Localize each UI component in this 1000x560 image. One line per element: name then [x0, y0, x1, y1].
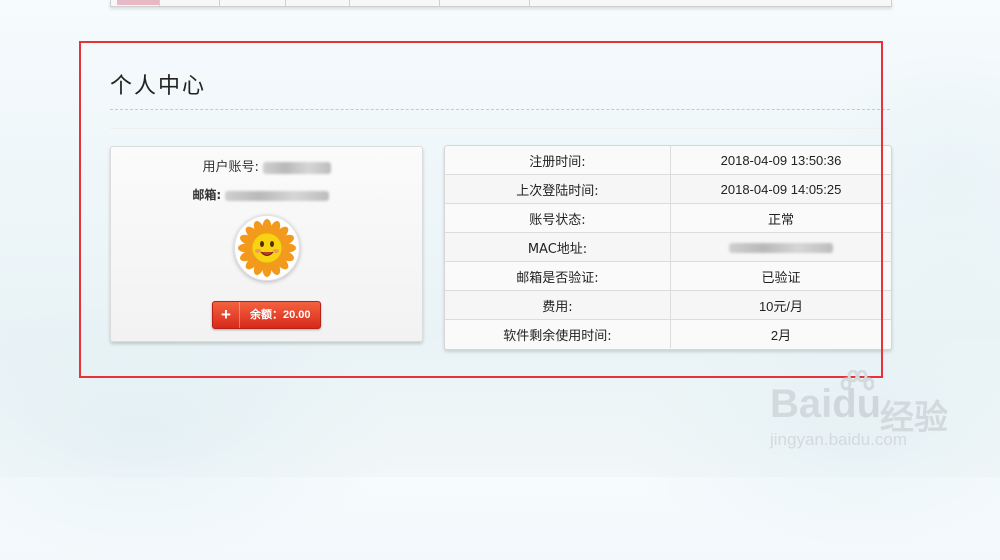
nav-divider: [529, 0, 530, 6]
plus-icon: +: [213, 302, 240, 328]
account-label: 用户账号:: [202, 160, 259, 175]
page-title: 个人中心: [110, 74, 207, 99]
table-row: MAC地址:: [445, 232, 891, 262]
fee-value: 10元/月: [670, 290, 891, 320]
table-row: 邮箱是否验证: 已验证: [445, 261, 891, 291]
balance-label: 余额：20.00: [250, 309, 311, 321]
section-divider: [110, 128, 890, 129]
account-info-table: 注册时间: 2018-04-09 13:50:36 上次登陆时间: 2018-0…: [444, 145, 892, 350]
account-row: 用户账号:: [111, 156, 422, 175]
sun-avatar-icon[interactable]: [234, 215, 300, 281]
remaining-time-label: 软件剩余使用时间:: [445, 319, 671, 348]
table-row: 注册时间: 2018-04-09 13:50:36: [445, 146, 891, 175]
mac-address-label: MAC地址:: [445, 232, 671, 262]
email-label: 邮箱:: [192, 188, 222, 202]
last-login-value: 2018-04-09 14:05:25: [670, 174, 891, 204]
nav-divider: [219, 0, 220, 6]
email-verified-value: 已验证: [670, 261, 891, 291]
account-value-redacted: [262, 161, 331, 174]
register-time-value: 2018-04-09 13:50:36: [670, 146, 891, 175]
email-value-redacted: [224, 190, 329, 201]
remaining-time-value: 2月: [770, 327, 792, 343]
nav-divider: [349, 0, 350, 6]
watermark-url: jingyan.baidu.com: [770, 430, 908, 449]
account-status-value: 正常: [670, 203, 891, 233]
table-row: 账号状态: 正常: [445, 203, 891, 233]
table-row: 上次登陆时间: 2018-04-09 14:05:25: [445, 174, 891, 204]
table-row: 费用: 10元/月: [445, 290, 891, 320]
account-card: 用户账号: 邮箱: + 余额：20.00: [110, 146, 423, 342]
watermark-brand: Baidu: [770, 382, 882, 426]
nav-divider: [439, 0, 440, 6]
last-login-label: 上次登陆时间:: [445, 174, 671, 204]
watermark: Baidu 经验 jingyan.baidu.com: [762, 370, 992, 470]
email-verified-label: 邮箱是否验证:: [445, 261, 671, 291]
email-row: 邮箱:: [105, 186, 416, 203]
table-row: 软件剩余使用时间: 2月: [445, 319, 891, 348]
account-status-label: 账号状态:: [445, 203, 671, 233]
nav-divider: [285, 0, 286, 6]
nav-divider: [159, 0, 160, 6]
site-logo[interactable]: [117, 0, 159, 5]
register-time-label: 注册时间:: [445, 146, 671, 175]
balance-button[interactable]: + 余额：20.00: [212, 301, 321, 329]
top-nav-strip: [110, 0, 892, 7]
fee-label: 费用:: [445, 290, 671, 320]
title-divider: [110, 109, 890, 110]
mac-address-value: [670, 232, 891, 262]
mac-address-redacted: [729, 243, 833, 254]
